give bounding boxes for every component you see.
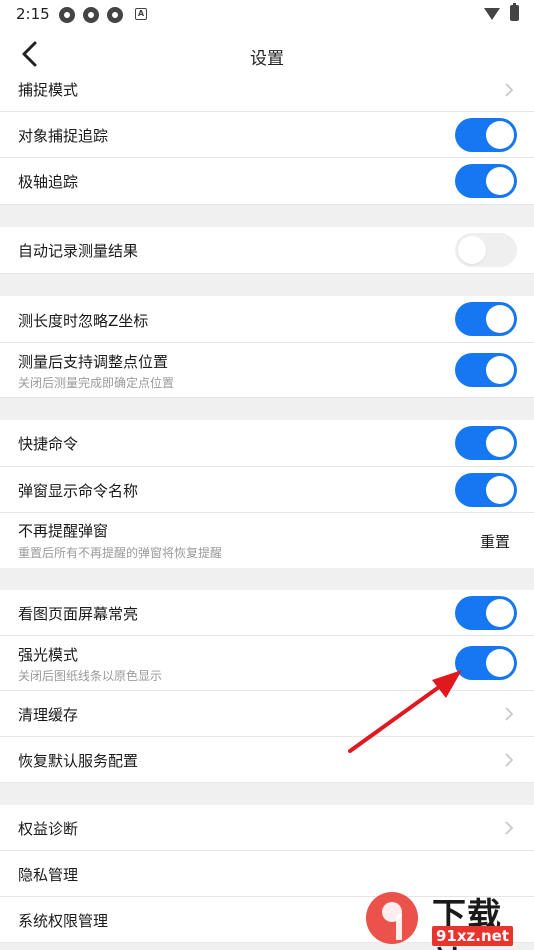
wifi-icon <box>484 8 500 20</box>
watermark-url: 91xz.net <box>432 926 514 946</box>
row-label: 快捷命令 <box>18 435 79 453</box>
row-label: 捕捉模式 <box>18 81 79 99</box>
settings-row-restore-default-service[interactable]: 恢复默认服务配置 <box>0 737 534 783</box>
toggle-switch[interactable] <box>455 164 517 198</box>
settings-row-clear-cache[interactable]: 清理缓存 <box>0 691 534 737</box>
toggle-switch[interactable] <box>455 596 517 630</box>
row-label: 自动记录测量结果 <box>18 242 139 260</box>
row-label: 看图页面屏幕常亮 <box>18 605 139 623</box>
toggle-knob <box>486 167 514 195</box>
settings-row-rights-diagnosis[interactable]: 权益诊断 <box>0 805 534 851</box>
row-label: 极轴追踪 <box>18 173 79 191</box>
row-label: 对象捕捉追踪 <box>18 127 109 145</box>
settings-row-ignore-z: 测长度时忽略Z坐标 <box>0 296 534 343</box>
status-time: 2:15 <box>16 5 50 23</box>
toggle-knob <box>486 305 514 333</box>
row-label: 清理缓存 <box>18 706 79 724</box>
row-label: 强光模式 <box>18 646 79 664</box>
row-label: 恢复默认服务配置 <box>18 752 139 770</box>
toggle-switch[interactable] <box>455 473 517 507</box>
notification-icon <box>83 7 99 23</box>
toggle-switch[interactable] <box>455 426 517 460</box>
row-label: 不再提醒弹窗 <box>18 522 109 540</box>
settings-row-polar-tracking: 极轴追踪 <box>0 158 534 205</box>
settings-row-no-remind-popup: 不再提醒弹窗 重置后所有不再提醒的弹窗将恢复提醒 重置 <box>0 513 534 568</box>
toggle-switch[interactable] <box>455 646 517 680</box>
toggle-knob <box>486 121 514 149</box>
toggle-knob <box>458 236 486 264</box>
row-label: 权益诊断 <box>18 820 79 838</box>
reset-button[interactable]: 重置 <box>480 531 510 552</box>
row-sublabel: 关闭后测量完成即确定点位置 <box>18 376 175 390</box>
row-label: 系统权限管理 <box>18 912 109 930</box>
notification-letter-icon: A <box>135 8 147 20</box>
notification-icon <box>107 7 123 23</box>
row-label: 隐私管理 <box>18 866 79 884</box>
page-title: 设置 <box>250 49 284 69</box>
settings-row-strong-light-mode: 强光模式 关闭后图纸线条以原色显示 <box>0 636 534 691</box>
row-label: 弹窗显示命令名称 <box>18 482 139 500</box>
toggle-switch[interactable] <box>455 302 517 336</box>
toggle-knob <box>486 476 514 504</box>
chevron-right-icon <box>505 753 514 767</box>
settings-row-adjust-point: 测量后支持调整点位置 关闭后测量完成即确定点位置 <box>0 343 534 398</box>
chevron-right-icon <box>505 707 514 721</box>
settings-row-popup-command-name: 弹窗显示命令名称 <box>0 467 534 513</box>
status-bar: 2:15 A <box>0 0 534 28</box>
toggle-switch[interactable] <box>455 353 517 387</box>
toggle-knob <box>486 649 514 677</box>
toggle-knob <box>486 429 514 457</box>
notification-icon <box>59 7 75 23</box>
settings-row-auto-record-measure: 自动记录测量结果 <box>0 227 534 274</box>
row-label: 测长度时忽略Z坐标 <box>18 312 149 330</box>
settings-row-shortcut-command: 快捷命令 <box>0 420 534 467</box>
row-sublabel: 关闭后图纸线条以原色显示 <box>18 669 163 683</box>
settings-row-snap-mode[interactable]: 捕捉模式 <box>0 68 534 112</box>
settings-row-screen-always-on: 看图页面屏幕常亮 <box>0 590 534 636</box>
toggle-switch[interactable] <box>455 233 517 267</box>
row-label: 测量后支持调整点位置 <box>18 353 169 371</box>
battery-icon <box>510 3 519 21</box>
toggle-knob <box>486 599 514 627</box>
toggle-switch[interactable] <box>455 118 517 152</box>
toggle-knob <box>486 356 514 384</box>
settings-row-object-snap-tracking: 对象捕捉追踪 <box>0 112 534 158</box>
row-sublabel: 重置后所有不再提醒的弹窗将恢复提醒 <box>18 546 223 560</box>
chevron-right-icon <box>505 83 514 97</box>
chevron-right-icon <box>505 821 514 835</box>
